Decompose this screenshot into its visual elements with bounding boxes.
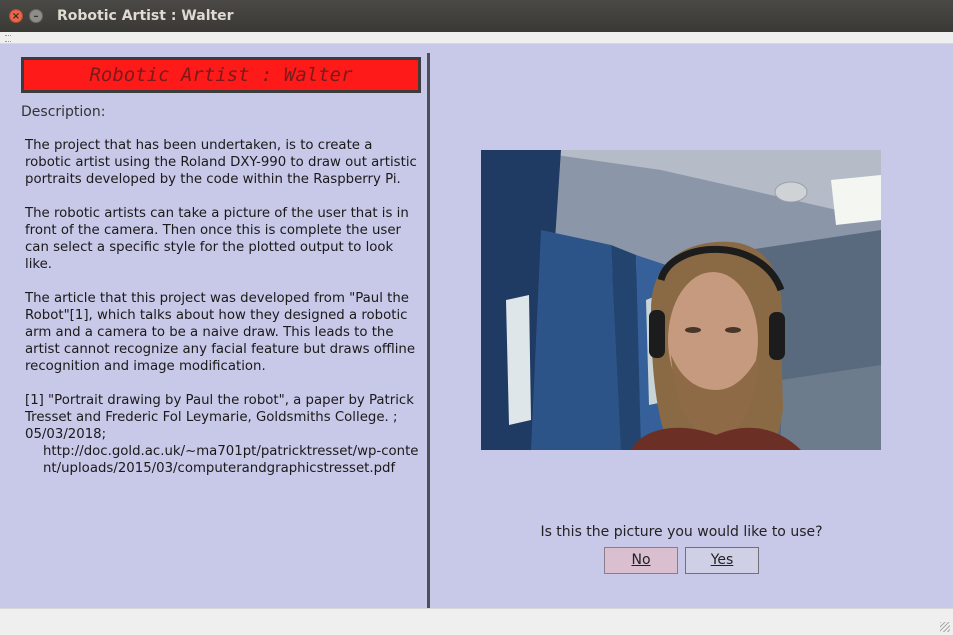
close-icon[interactable]: ×	[9, 9, 23, 23]
tearoff-strip	[0, 32, 953, 44]
title-bar: × – Robotic Artist : Walter	[0, 0, 953, 32]
description-paragraph: The robotic artists can take a picture o…	[25, 206, 409, 272]
yes-button[interactable]: Yes	[685, 547, 759, 574]
app-header-banner: Robotic Artist : Walter	[21, 57, 421, 93]
description-paragraph: The article that this project was develo…	[25, 291, 416, 374]
reference-text: [1] "Portrait drawing by Paul the robot"…	[25, 393, 414, 442]
resize-grip-icon[interactable]	[940, 622, 950, 632]
app-header-text: Robotic Artist : Walter	[89, 64, 353, 86]
minimize-icon[interactable]: –	[29, 9, 43, 23]
description-label: Description:	[21, 104, 106, 120]
captured-photo	[481, 150, 881, 450]
photo-image	[481, 150, 881, 450]
confirm-question: Is this the picture you would like to us…	[540, 524, 823, 540]
grip-icon[interactable]	[5, 35, 11, 42]
no-button[interactable]: No	[604, 547, 678, 574]
bottom-strip	[0, 608, 953, 635]
window-title: Robotic Artist : Walter	[57, 8, 234, 24]
description-panel: Robotic Artist : Walter Description: The…	[0, 44, 427, 608]
description-paragraph: The project that has been undertaken, is…	[25, 138, 417, 187]
main-client-area: Robotic Artist : Walter Description: The…	[0, 44, 953, 608]
reference-url: http://doc.gold.ac.uk/~ma701pt/patricktr…	[43, 444, 419, 476]
description-text: The project that has been undertaken, is…	[25, 137, 420, 477]
